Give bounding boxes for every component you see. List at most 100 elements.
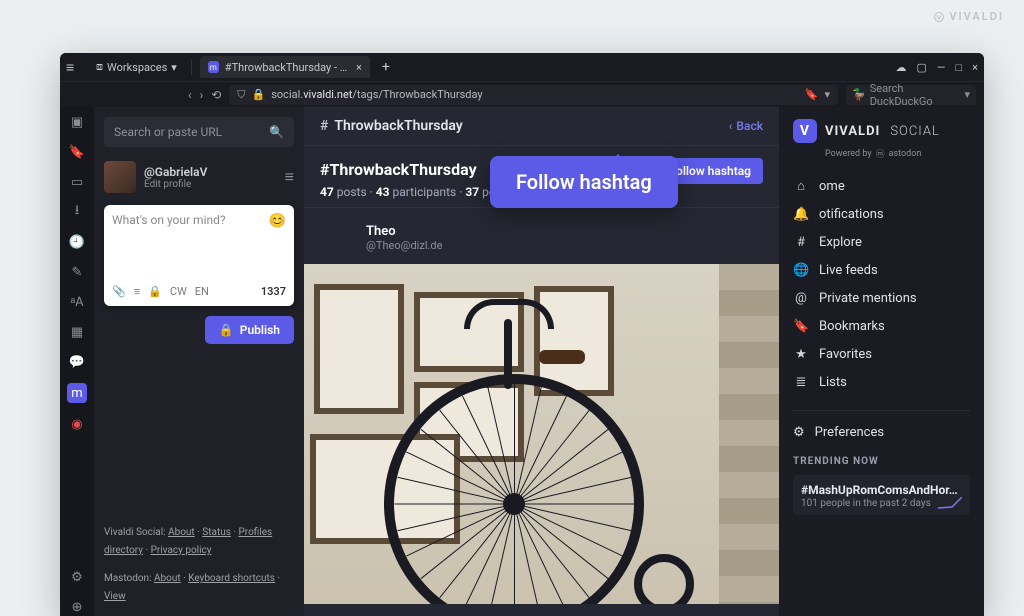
- footer-link[interactable]: Status: [202, 527, 231, 538]
- post-media[interactable]: 👁: [304, 264, 779, 604]
- sparkline-icon: [938, 497, 962, 509]
- notes-panel-icon[interactable]: ✎: [68, 263, 86, 281]
- tab-bar: ≡ ⧈ Workspaces ▾ m #ThrowbackThursday - …: [60, 53, 984, 81]
- publish-button[interactable]: 🔒 Publish: [205, 316, 294, 344]
- list-icon: ≣: [793, 375, 809, 390]
- post-author-handle: @Theo@dizl.de: [366, 239, 442, 252]
- chevron-down-icon[interactable]: ▾: [824, 88, 830, 101]
- column-title: ThrowbackThursday: [334, 118, 462, 134]
- footer-link[interactable]: About: [154, 573, 181, 584]
- language-toggle[interactable]: EN: [195, 285, 209, 298]
- search-icon: 🔍: [269, 125, 284, 139]
- compose-textarea[interactable]: What's on your mind? 😊: [112, 213, 286, 259]
- avatar[interactable]: [320, 220, 356, 256]
- brand: V VIVALDI SOCIAL: [793, 119, 970, 143]
- poll-icon[interactable]: ≡: [134, 285, 140, 298]
- trending-hashtag: #MashUpRomComsAndHor…: [801, 483, 962, 497]
- lock-icon: 🔒: [252, 88, 266, 101]
- profile-row: @GabrielaV Edit profile ≡: [104, 161, 294, 193]
- footer-link[interactable]: Privacy policy: [151, 545, 212, 556]
- profile-menu-icon[interactable]: ≡: [285, 167, 294, 187]
- cw-toggle[interactable]: CW: [170, 285, 187, 298]
- globe-icon: 🌐: [793, 263, 809, 278]
- close-icon[interactable]: ×: [356, 61, 362, 74]
- search-placeholder: Search or paste URL: [114, 125, 222, 139]
- mastodon-icon: ⓜ: [876, 147, 885, 160]
- new-tab-button[interactable]: +: [378, 59, 394, 75]
- compose-column: Search or paste URL 🔍 @GabrielaV Edit pr…: [94, 107, 304, 616]
- panel-toggle-icon[interactable]: ▣: [68, 113, 86, 131]
- hashtag-icon: #: [320, 118, 328, 134]
- back-button[interactable]: ‹: [188, 88, 192, 102]
- shield-icon: ⛉: [237, 88, 245, 102]
- footer-link[interactable]: Keyboard shortcuts: [188, 573, 275, 584]
- nav-list: ⌂ome 🔔otifications #Explore 🌐Live feeds …: [793, 178, 970, 390]
- browser-tab[interactable]: m #ThrowbackThursday - Viv… ×: [200, 56, 370, 78]
- mastodon-favicon-icon: m: [208, 61, 219, 73]
- mastodon-panel-icon[interactable]: m: [67, 383, 87, 403]
- add-panel-icon[interactable]: ⊕: [68, 598, 86, 616]
- menu-icon[interactable]: ≡: [66, 59, 82, 76]
- tab-title: #ThrowbackThursday - Viv…: [225, 61, 350, 74]
- trending-sub: 101 people in the past 2 days: [801, 498, 931, 509]
- downloads-panel-icon[interactable]: ⭳: [68, 203, 86, 221]
- vivaldi-panel-icon[interactable]: ◉: [68, 415, 86, 433]
- translate-panel-icon[interactable]: ᵃA: [68, 293, 86, 311]
- reading-list-icon[interactable]: ▭: [68, 173, 86, 191]
- bookmark-icon[interactable]: 🔖: [805, 88, 819, 101]
- reload-button[interactable]: ⟲: [211, 88, 221, 102]
- nav-lists[interactable]: ≣Lists: [793, 375, 970, 390]
- navigation-column: V VIVALDI SOCIAL Powered by ⓜ astodon ⌂o…: [779, 107, 984, 616]
- nav-private-mentions[interactable]: @Private mentions: [793, 291, 970, 306]
- star-icon: ★: [793, 347, 809, 362]
- history-panel-icon[interactable]: 🕘: [68, 233, 86, 251]
- window-panel-icon[interactable]: ▦: [68, 323, 86, 341]
- maximize-button[interactable]: □: [955, 61, 962, 74]
- nav-live-feeds[interactable]: 🌐Live feeds: [793, 263, 970, 278]
- bookmarks-panel-icon[interactable]: 🔖: [68, 143, 86, 161]
- forward-button[interactable]: ›: [200, 88, 204, 102]
- workspaces-icon: ⧈: [96, 60, 103, 74]
- search-engine-box[interactable]: 🦆 Search DuckDuckGo ▾: [846, 85, 976, 105]
- tile-icon[interactable]: ▢: [916, 61, 926, 74]
- follow-hashtag-tooltip: Follow hashtag: [490, 156, 678, 208]
- panel-bar: ▣ 🔖 ▭ ⭳ 🕘 ✎ ᵃA ▦ 💬 m ◉ ⚙ ⊕: [60, 107, 94, 616]
- trending-card[interactable]: #MashUpRomComsAndHor… 101 people in the …: [793, 475, 970, 515]
- search-engine-icon: 🦆: [852, 88, 866, 101]
- trending-header: TRENDING NOW: [793, 456, 970, 467]
- visibility-icon[interactable]: 🔒: [148, 285, 162, 298]
- chevron-down-icon[interactable]: ▾: [964, 88, 970, 101]
- back-button[interactable]: ‹ Back: [729, 119, 763, 133]
- post-author-name[interactable]: Theo: [366, 224, 442, 239]
- powered-by: Powered by ⓜ astodon: [825, 147, 970, 160]
- attach-icon[interactable]: 📎: [112, 285, 126, 298]
- workspaces-dropdown[interactable]: ⧈ Workspaces ▾: [90, 58, 183, 76]
- footer-link[interactable]: About: [168, 527, 195, 538]
- settings-panel-icon[interactable]: ⚙: [68, 568, 86, 586]
- search-url-input[interactable]: Search or paste URL 🔍: [104, 117, 294, 147]
- edit-profile-link[interactable]: Edit profile: [144, 179, 207, 190]
- nav-notifications[interactable]: 🔔otifications: [793, 207, 970, 222]
- compose-box: What's on your mind? 😊 📎 ≡ 🔒 CW EN 1337: [104, 205, 294, 306]
- nav-home[interactable]: ⌂ome: [793, 178, 970, 194]
- browser-window: ≡ ⧈ Workspaces ▾ m #ThrowbackThursday - …: [60, 53, 984, 616]
- emoji-picker-icon[interactable]: 😊: [269, 213, 286, 229]
- nav-favorites[interactable]: ★Favorites: [793, 347, 970, 362]
- nav-preferences[interactable]: ⚙ Preferences: [793, 410, 970, 440]
- chevron-left-icon: ‹: [729, 119, 733, 133]
- footer-link[interactable]: View: [104, 591, 126, 602]
- close-window-button[interactable]: ×: [972, 61, 978, 74]
- profile-handle: @GabrielaV: [144, 165, 207, 179]
- minimize-button[interactable]: —: [937, 61, 946, 74]
- url-field[interactable]: ⛉ 🔒 social.vivaldi.net/tags/ThrowbackThu…: [229, 85, 838, 105]
- home-icon: ⌂: [793, 178, 809, 194]
- lock-icon: 🔒: [219, 323, 234, 337]
- nav-bookmarks[interactable]: 🔖Bookmarks: [793, 319, 970, 334]
- footer-links: Vivaldi Social: About · Status · Profile…: [104, 524, 294, 606]
- chat-panel-icon[interactable]: 💬: [68, 353, 86, 371]
- workspaces-label: Workspaces: [107, 61, 167, 74]
- hashtag-icon: #: [793, 235, 809, 250]
- nav-explore[interactable]: #Explore: [793, 235, 970, 250]
- avatar[interactable]: [104, 161, 136, 193]
- sync-icon[interactable]: ☁: [895, 61, 906, 74]
